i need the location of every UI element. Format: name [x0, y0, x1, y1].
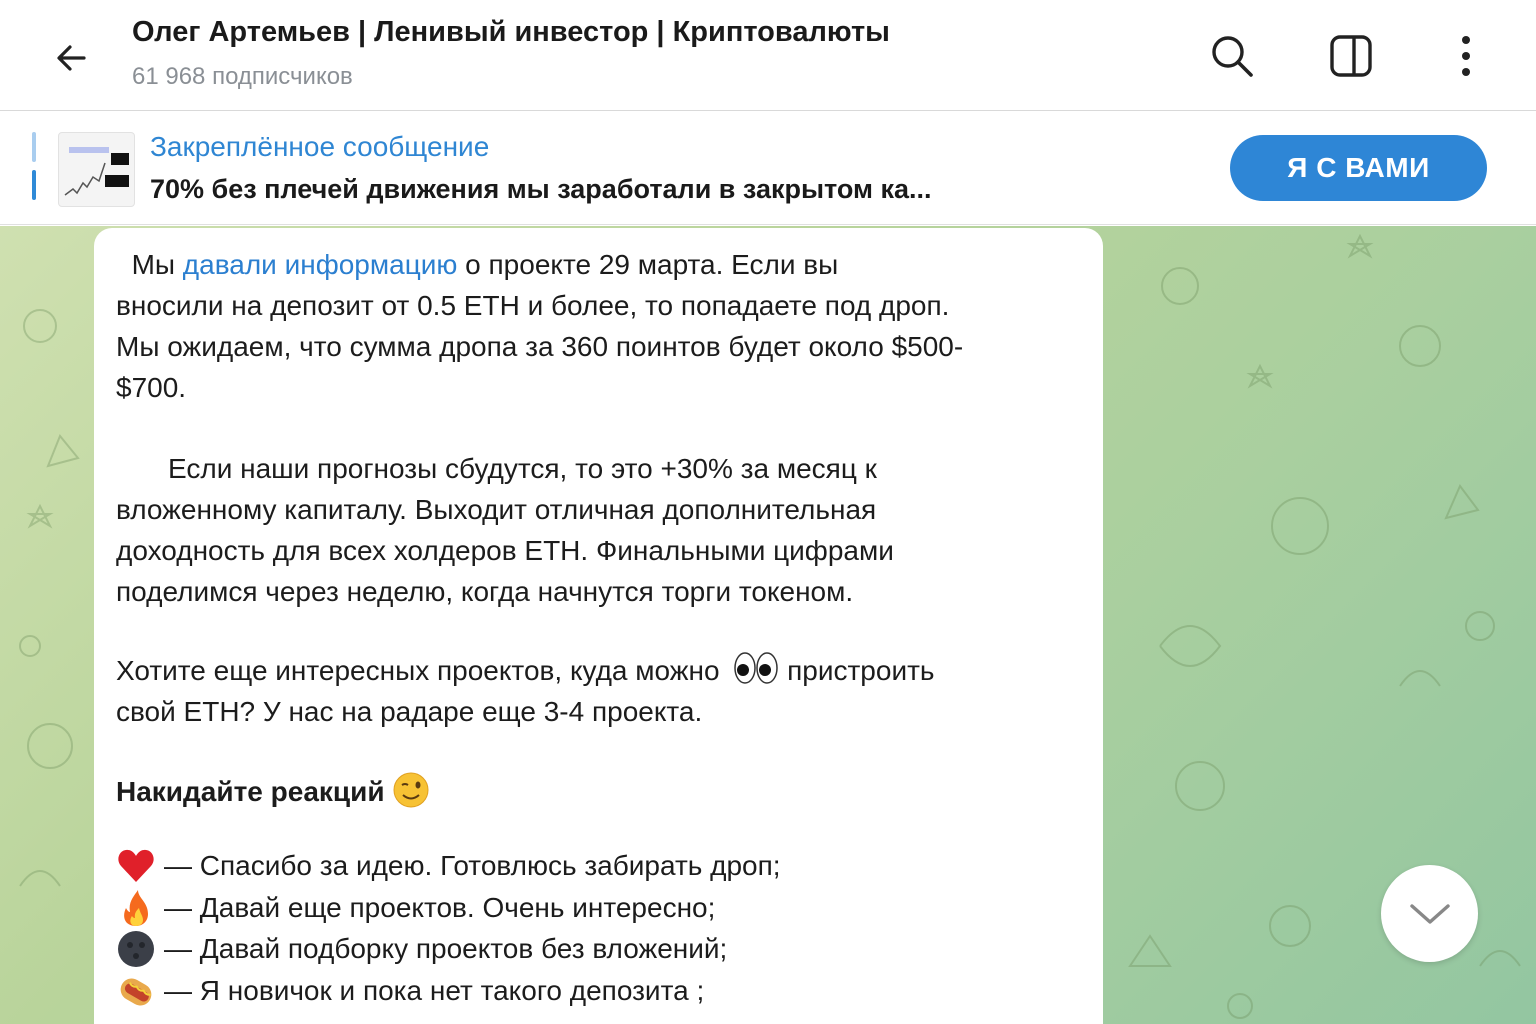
search-button[interactable]	[1204, 28, 1260, 84]
message-bubble[interactable]: Мы давали информацию о проекте 29 марта.…	[94, 228, 1103, 1024]
chevron-down-icon	[1409, 903, 1450, 924]
reaction-row-moon: — Давай подборку проектов без вложений;	[116, 928, 727, 969]
reactions-heading: Накидайте реакций	[116, 771, 1076, 812]
reaction-row-heart: — Спасибо за идею. Готовлюсь забирать др…	[116, 845, 781, 886]
channel-title[interactable]: Олег Артемьев | Ленивый инвестор | Крипт…	[132, 16, 890, 49]
arrow-left-icon	[57, 45, 86, 71]
pinned-thumbnail	[58, 132, 135, 207]
pinned-text: 70% без плечей движения мы заработали в …	[150, 174, 932, 204]
more-options-button[interactable]	[1438, 28, 1494, 84]
heart-emoji	[118, 849, 154, 882]
new-moon-face-emoji	[118, 930, 154, 967]
message-paragraph-3: Хотите еще интересных проектов, куда мож…	[116, 650, 1076, 732]
subscriber-count: 61 968 подписчиков	[132, 63, 353, 90]
pin-indicator	[32, 132, 36, 162]
chat-header: Олег Артемьев | Ленивый инвестор | Крипт…	[0, 0, 1536, 111]
pinned-action-button[interactable]: Я С ВАМИ	[1230, 135, 1487, 201]
hotdog-emoji	[120, 978, 152, 1005]
fire-emoji	[124, 889, 148, 926]
reaction-row-hotdog: — Я новичок и пока нет такого депозита ;	[116, 970, 704, 1011]
search-icon	[1212, 36, 1253, 77]
winking-face-emoji	[393, 772, 429, 808]
info-link[interactable]: давали информацию	[183, 249, 458, 280]
scroll-down-button[interactable]	[1381, 865, 1478, 962]
reaction-row-fire: — Давай еще проектов. Очень интересно;	[116, 887, 715, 928]
sidebar-toggle-button[interactable]	[1323, 28, 1379, 84]
back-button[interactable]	[44, 30, 100, 86]
sidebar-icon	[1330, 35, 1372, 77]
pinned-label: Закреплённое сообщение	[150, 131, 490, 162]
pinned-message-bar[interactable]: Закреплённое сообщение 70% без плечей дв…	[0, 112, 1536, 225]
eyes-emoji	[734, 652, 779, 684]
message-paragraph-1: Мы давали информацию о проекте 29 марта.…	[116, 249, 964, 403]
more-vertical-icon	[1462, 36, 1470, 76]
chat-area[interactable]: Мы давали информацию о проекте 29 марта.…	[0, 226, 1536, 1024]
pin-indicator-active	[32, 170, 36, 200]
message-paragraph-2: Если наши прогнозы сбудутся, то это +30%…	[116, 453, 894, 607]
